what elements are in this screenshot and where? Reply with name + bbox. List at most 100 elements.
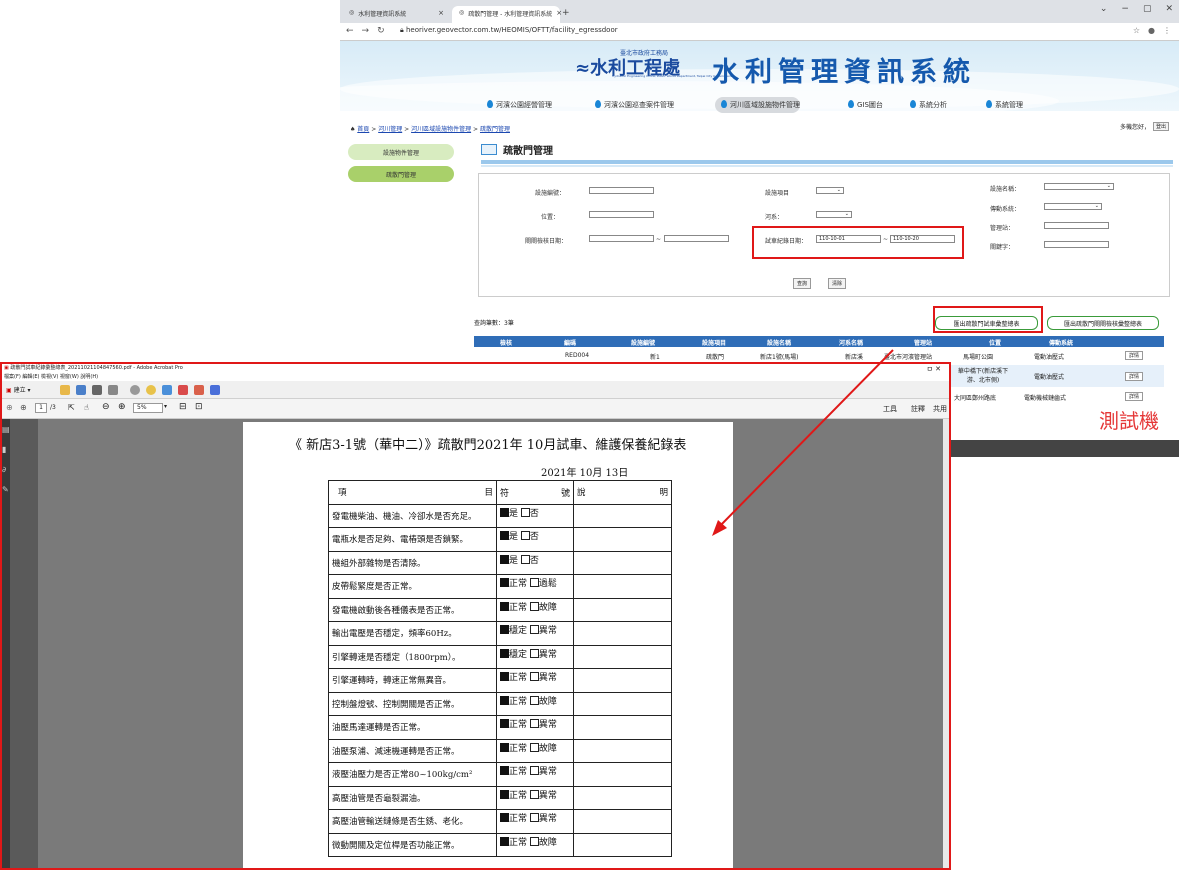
select-tool-icon[interactable]: ⇱ <box>68 403 75 412</box>
signature-icon[interactable]: ✎ <box>2 485 9 494</box>
url-field[interactable]: 🔒︎ heoriver.geovector.com.tw/HEOMIS/OFTT… <box>400 26 618 35</box>
checklist-item: 高壓油管輸送鏈條是否生銹、老化。 <box>328 809 497 834</box>
sidebar-item-facility[interactable]: 設施物件管理 <box>348 144 454 160</box>
tools-pane-button[interactable]: 工具 <box>883 404 897 414</box>
checklist-symbol: 正常 故障 <box>496 691 574 716</box>
acrobat-menu[interactable]: 檔案(F) 編輯(E) 檢視(V) 視窗(W) 說明(H) <box>2 373 949 381</box>
drive-system-select[interactable]: ⌄ <box>1044 203 1102 210</box>
zoom-input[interactable]: 5% <box>133 403 163 413</box>
zoom-in-icon[interactable]: ⊕ <box>118 402 126 412</box>
zoom-dropdown-icon[interactable]: ▾ <box>164 403 167 410</box>
fit-page-icon[interactable]: ⊟ <box>179 402 187 412</box>
water-drop-icon <box>487 100 493 108</box>
print-icon[interactable] <box>92 385 102 395</box>
clear-button[interactable]: 清除 <box>828 278 847 289</box>
checked-box-icon <box>500 695 509 705</box>
sign-icon[interactable] <box>178 385 188 395</box>
logout-button[interactable]: 登出 <box>1152 122 1169 131</box>
hand-tool-icon[interactable]: ☝ <box>84 403 89 412</box>
minimize-button[interactable]: − <box>1121 4 1129 14</box>
menu-park-patrol[interactable]: 河濱公園巡查案件管理 <box>591 97 674 113</box>
manager-input[interactable] <box>1044 222 1109 229</box>
tab-home[interactable]: ◎ 水利管理資訊系統 × <box>342 6 450 23</box>
open-icon[interactable] <box>60 385 70 395</box>
checklist-note <box>573 715 672 740</box>
page-number-input[interactable]: 1 <box>35 403 47 413</box>
page-up-icon[interactable]: ⊕ <box>6 403 13 412</box>
menu-river-facility[interactable]: 河川區域設施物件管理 <box>715 97 800 113</box>
river-select[interactable]: ⌄ <box>816 211 852 218</box>
back-icon[interactable]: ← <box>346 26 354 36</box>
wave-logo-icon: ≈ <box>575 58 591 79</box>
close-window-button[interactable]: ✕ <box>1165 4 1173 14</box>
sidebar-item-egressdoor[interactable]: 疏散門管理 <box>348 166 454 182</box>
email-icon[interactable] <box>108 385 118 395</box>
checklist-row: 油壓馬達運轉是否正常。 正常 異常 <box>328 715 672 740</box>
checked-box-icon <box>500 742 509 752</box>
export-pdf-icon[interactable] <box>194 385 204 395</box>
stamp-icon[interactable] <box>162 385 172 395</box>
checklist-item: 油壓泵浦、減速機運轉是否正常。 <box>328 738 497 763</box>
fit-width-icon[interactable]: ⊡ <box>195 402 203 412</box>
facility-no-input[interactable] <box>589 187 654 194</box>
location-input[interactable] <box>589 211 654 218</box>
share-pane-button[interactable]: 共用 <box>933 404 947 414</box>
menu-park-manage[interactable]: 河濱公園經營管理 <box>483 97 552 113</box>
maximize-button[interactable]: ▢ <box>1143 4 1152 14</box>
inspect-date-to[interactable] <box>664 235 729 242</box>
detail-button[interactable]: 詳情 <box>1125 351 1144 360</box>
water-drop-icon <box>986 100 992 108</box>
reload-icon[interactable]: ↻ <box>377 26 385 36</box>
menu-system[interactable]: 系統管理 <box>982 97 1023 113</box>
save-icon[interactable] <box>76 385 86 395</box>
empty-box-icon <box>529 625 539 634</box>
page-down-icon[interactable]: ⊕ <box>20 403 27 412</box>
close-tab-icon[interactable]: × <box>438 9 444 23</box>
profile-icon[interactable]: ● <box>1148 26 1155 35</box>
zoom-out-icon[interactable]: ⊖ <box>102 402 110 412</box>
chrome-icon: ◎ <box>349 9 355 16</box>
address-bar: ← → ↻ 🔒︎ heoriver.geovector.com.tw/HEOMIS/… <box>340 23 1179 41</box>
checklist-symbol: 正常 異常 <box>496 762 574 787</box>
breadcrumb-home[interactable]: 首頁 <box>357 126 369 133</box>
create-button[interactable]: ▣ 建立 ▾ <box>6 385 31 394</box>
label-manager: 管理站： <box>990 225 1015 232</box>
detail-button[interactable]: 詳情 <box>1125 372 1144 381</box>
query-button[interactable]: 查詢 <box>793 278 812 289</box>
new-tab-button[interactable]: + <box>562 8 570 18</box>
breadcrumb-river[interactable]: 河川管理 <box>378 126 402 133</box>
combine-icon[interactable] <box>210 385 220 395</box>
facility-item-select[interactable]: ⌄ <box>816 187 844 194</box>
checked-box-icon <box>500 789 509 799</box>
comment-icon[interactable] <box>146 385 156 395</box>
main-menu: 河濱公園經營管理 河濱公園巡查案件管理 河川區域設施物件管理 GIS圖台 系統分… <box>340 97 1179 114</box>
bookmarks-icon[interactable]: ▮ <box>2 445 6 454</box>
empty-box-icon <box>529 648 539 658</box>
tab-egressdoor[interactable]: ◎ 疏散門管理 - 水利管理資訊系統 × <box>452 6 562 23</box>
export-highlight <box>933 306 1043 333</box>
tab-search-icon[interactable]: ⌄ <box>1100 4 1108 14</box>
inspect-date-from[interactable] <box>589 235 654 242</box>
keyword-input[interactable] <box>1044 241 1109 248</box>
label-keyword: 關鍵字： <box>990 244 1015 251</box>
detail-button[interactable]: 詳情 <box>1125 392 1144 401</box>
pages-icon[interactable]: ▤ <box>2 425 10 434</box>
breadcrumb-facility[interactable]: 河川區域設施物件管理 <box>411 126 471 133</box>
breadcrumb-egressdoor[interactable]: 疏散門管理 <box>480 126 510 133</box>
forward-icon[interactable]: → <box>362 26 370 36</box>
checklist-item: 發電機啟動後各種儀表是否正常。 <box>328 597 497 622</box>
settings-icon[interactable] <box>130 385 140 395</box>
star-icon[interactable]: ☆ <box>1133 26 1140 35</box>
attachment-icon[interactable]: ∂ <box>2 465 6 474</box>
more-menu-icon[interactable]: ⋮ <box>1163 26 1171 35</box>
export-inspect-button[interactable]: 匯出疏散門閘閘檢核彙整總表 <box>1047 316 1159 330</box>
scrollbar[interactable] <box>943 419 949 868</box>
checklist-item: 油壓馬達運轉是否正常。 <box>328 715 497 740</box>
create-icon: ▣ <box>6 387 12 394</box>
comment-pane-button[interactable]: 註釋 <box>911 404 925 414</box>
menu-gis[interactable]: GIS圖台 <box>844 97 883 113</box>
menu-analysis[interactable]: 系統分析 <box>906 97 947 113</box>
checked-box-icon <box>500 672 509 681</box>
checklist-row: 電瓶水是否足夠、電樁頭是否鎖緊。是 否 <box>328 527 672 552</box>
facility-name-select[interactable]: ⌄ <box>1044 183 1114 190</box>
